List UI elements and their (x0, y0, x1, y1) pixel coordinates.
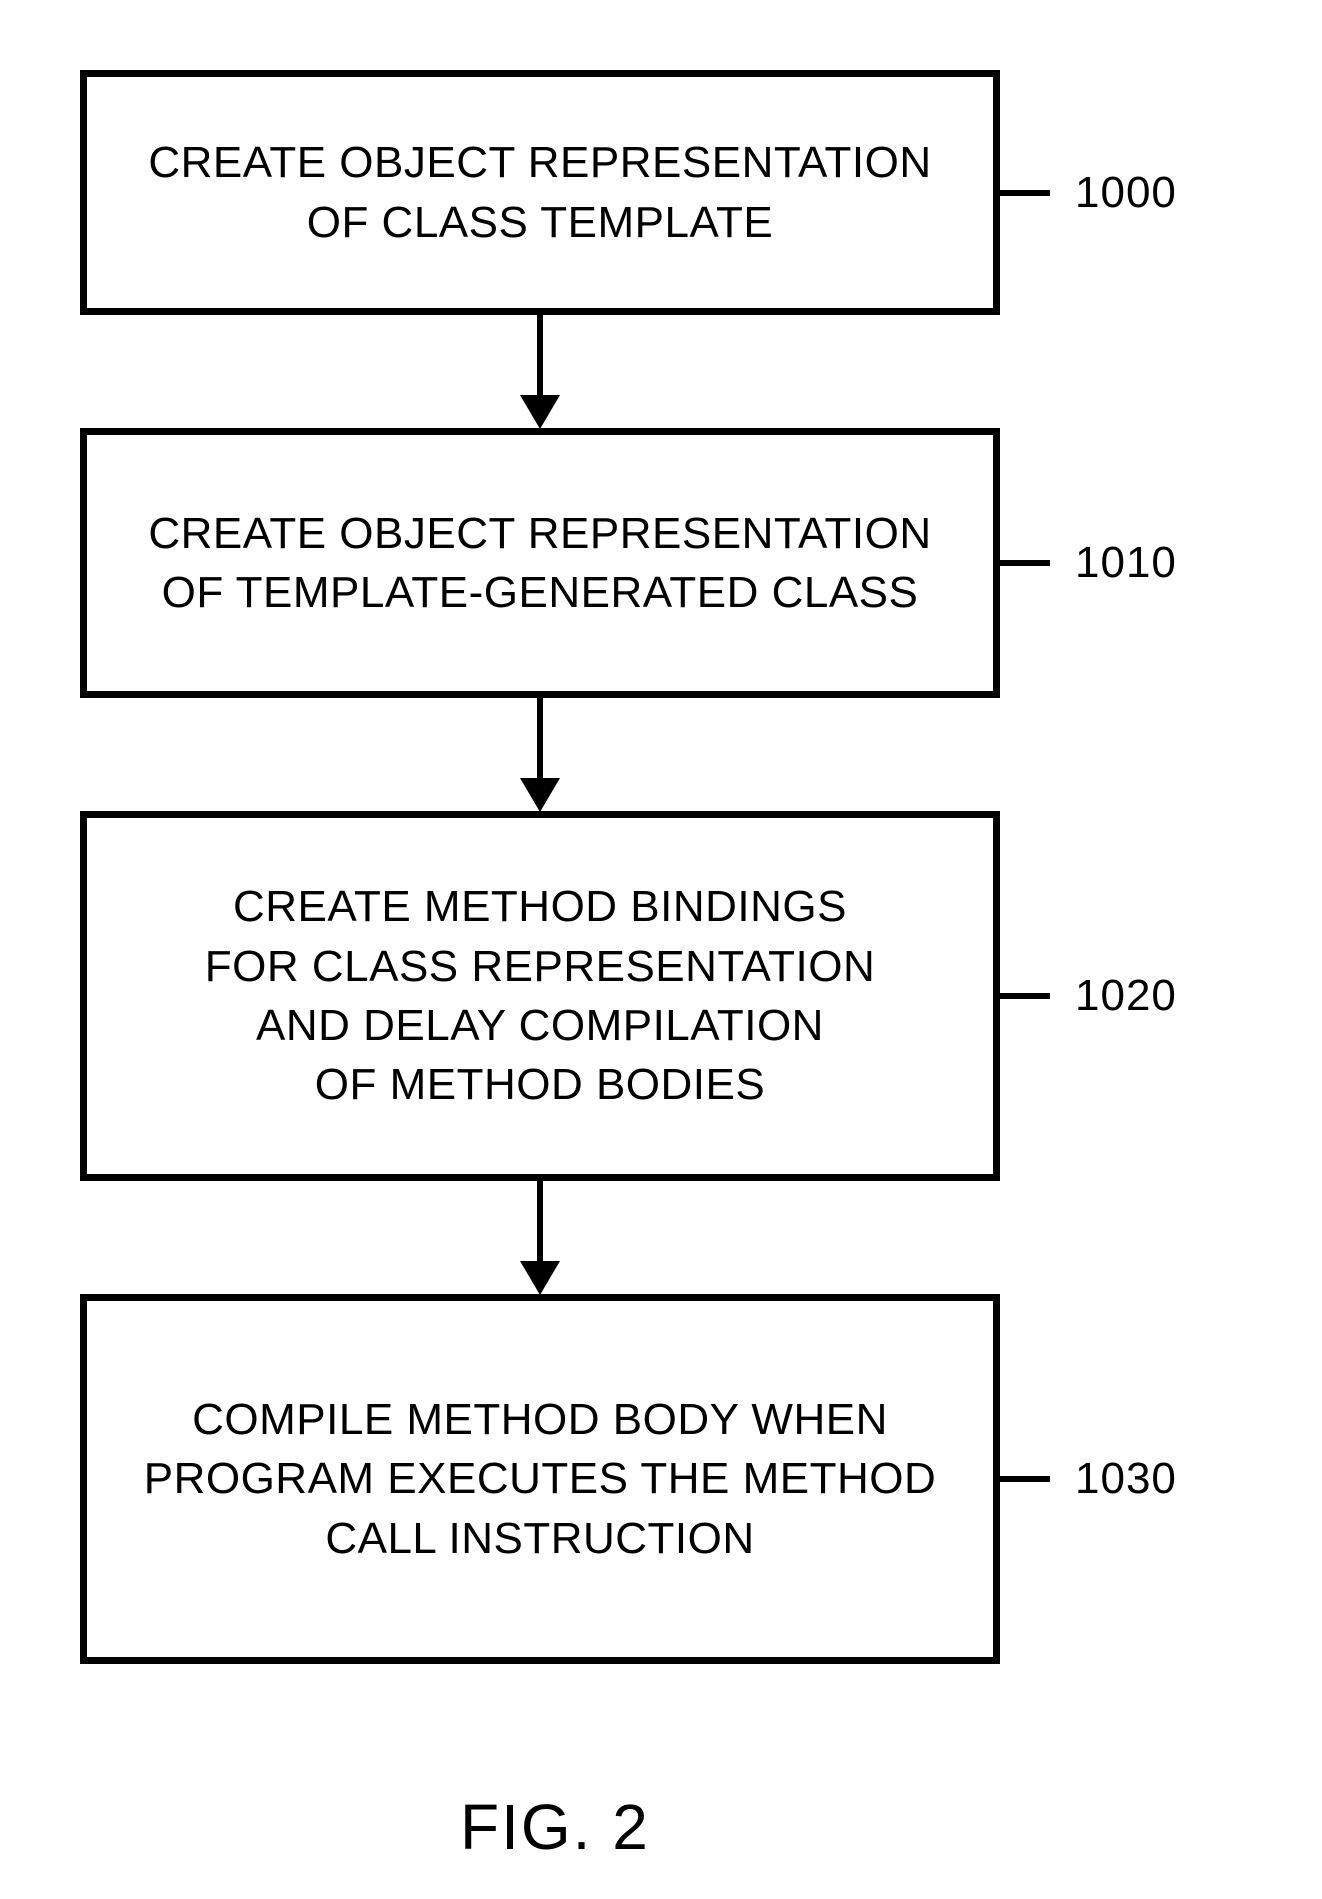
label-tick-2 (1000, 993, 1050, 999)
arrow-head-0 (520, 395, 560, 429)
arrow-head-2 (520, 1261, 560, 1295)
step-text-2: CREATE METHOD BINDINGS FOR CLASS REPRESE… (205, 877, 875, 1115)
step-box-2: CREATE METHOD BINDINGS FOR CLASS REPRESE… (80, 811, 1000, 1181)
flowchart-canvas: CREATE OBJECT REPRESENTATION OF CLASS TE… (0, 0, 1322, 1899)
step-box-0: CREATE OBJECT REPRESENTATION OF CLASS TE… (80, 70, 1000, 315)
step-label-0: 1000 (1075, 168, 1177, 218)
step-box-1: CREATE OBJECT REPRESENTATION OF TEMPLATE… (80, 428, 1000, 698)
step-label-3: 1030 (1075, 1454, 1177, 1504)
label-tick-1 (1000, 560, 1050, 566)
arrow-line-0 (537, 315, 543, 395)
arrow-line-1 (537, 698, 543, 778)
step-text-1: CREATE OBJECT REPRESENTATION OF TEMPLATE… (148, 504, 931, 623)
label-tick-3 (1000, 1476, 1050, 1482)
step-text-0: CREATE OBJECT REPRESENTATION OF CLASS TE… (148, 133, 931, 252)
arrow-line-2 (537, 1181, 543, 1261)
figure-caption: FIG. 2 (460, 1790, 650, 1864)
label-tick-0 (1000, 190, 1050, 196)
arrow-head-1 (520, 778, 560, 812)
step-label-2: 1020 (1075, 971, 1177, 1021)
step-text-3: COMPILE METHOD BODY WHEN PROGRAM EXECUTE… (144, 1390, 937, 1568)
step-label-1: 1010 (1075, 538, 1177, 588)
step-box-3: COMPILE METHOD BODY WHEN PROGRAM EXECUTE… (80, 1294, 1000, 1664)
